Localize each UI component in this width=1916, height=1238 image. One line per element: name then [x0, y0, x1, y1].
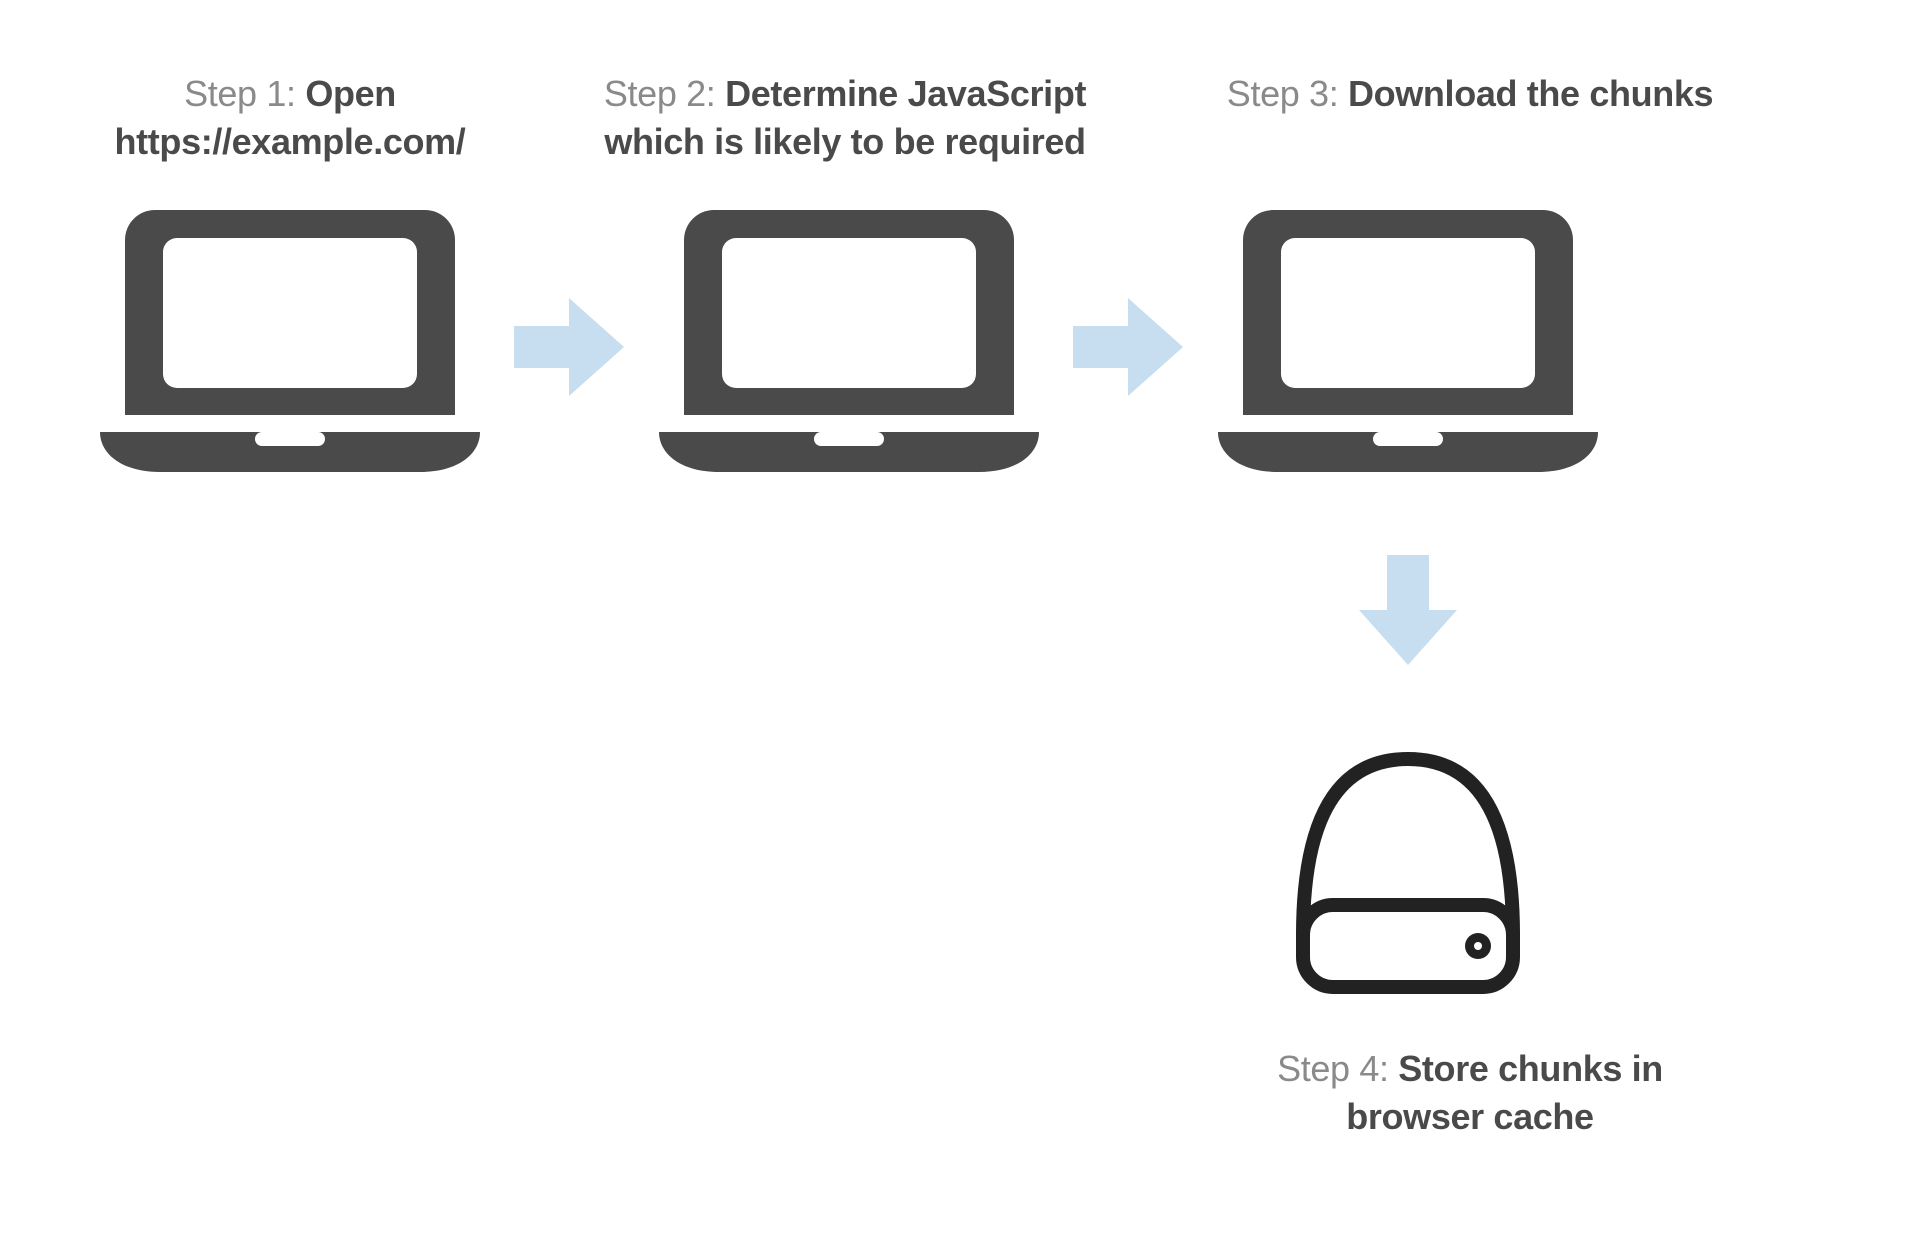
step-4-prefix: Step 4: — [1277, 1048, 1398, 1089]
laptop-icon-step-1 — [100, 210, 480, 472]
step-3-label: Step 3: Download the chunks — [1220, 70, 1720, 118]
hard-drive-icon — [1283, 745, 1533, 995]
arrow-right-icon-1 — [514, 292, 624, 402]
step-2-prefix: Step 2: — [604, 73, 725, 114]
laptop-icon-step-3 — [1218, 210, 1598, 472]
step-1-label: Step 1: Open https://example.com/ — [60, 70, 520, 166]
laptop-icon-step-2 — [659, 210, 1039, 472]
diagram-canvas: Step 1: Open https://example.com/ Step 2… — [0, 0, 1916, 1238]
arrow-right-icon-2 — [1073, 292, 1183, 402]
step-3-prefix: Step 3: — [1227, 73, 1348, 114]
step-3-bold: Download the chunks — [1348, 73, 1713, 114]
arrow-down-icon — [1353, 555, 1463, 665]
step-2-label: Step 2: Determine JavaScript which is li… — [550, 70, 1140, 166]
step-1-prefix: Step 1: — [184, 73, 305, 114]
step-4-label: Step 4: Store chunks in browser cache — [1220, 1045, 1720, 1141]
